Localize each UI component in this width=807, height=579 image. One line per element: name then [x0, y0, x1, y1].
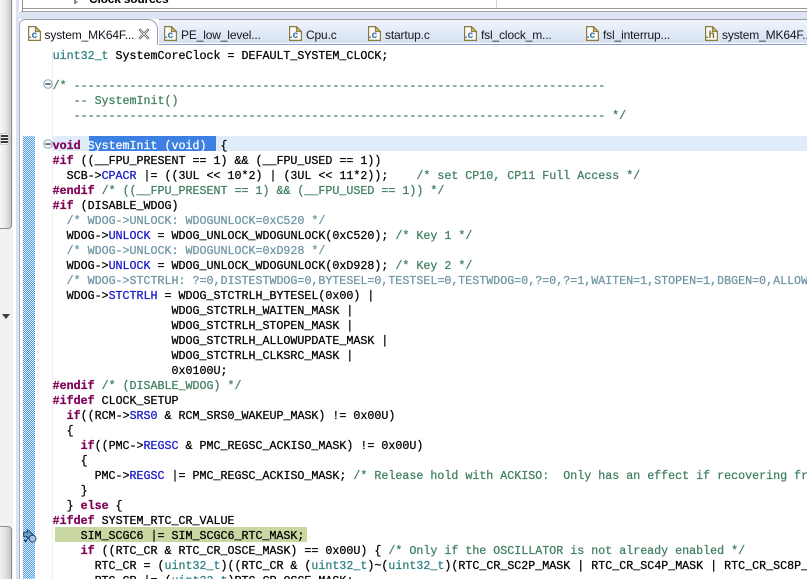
svg-text:.c: .c	[369, 30, 378, 41]
svg-text:.c: .c	[29, 30, 38, 41]
svg-text:.c: .c	[290, 30, 299, 41]
svg-text:.c: .c	[165, 30, 174, 41]
svg-text:.h: .h	[706, 30, 715, 41]
svg-text:.c: .c	[465, 30, 474, 41]
svg-text:.c: .c	[587, 30, 596, 41]
